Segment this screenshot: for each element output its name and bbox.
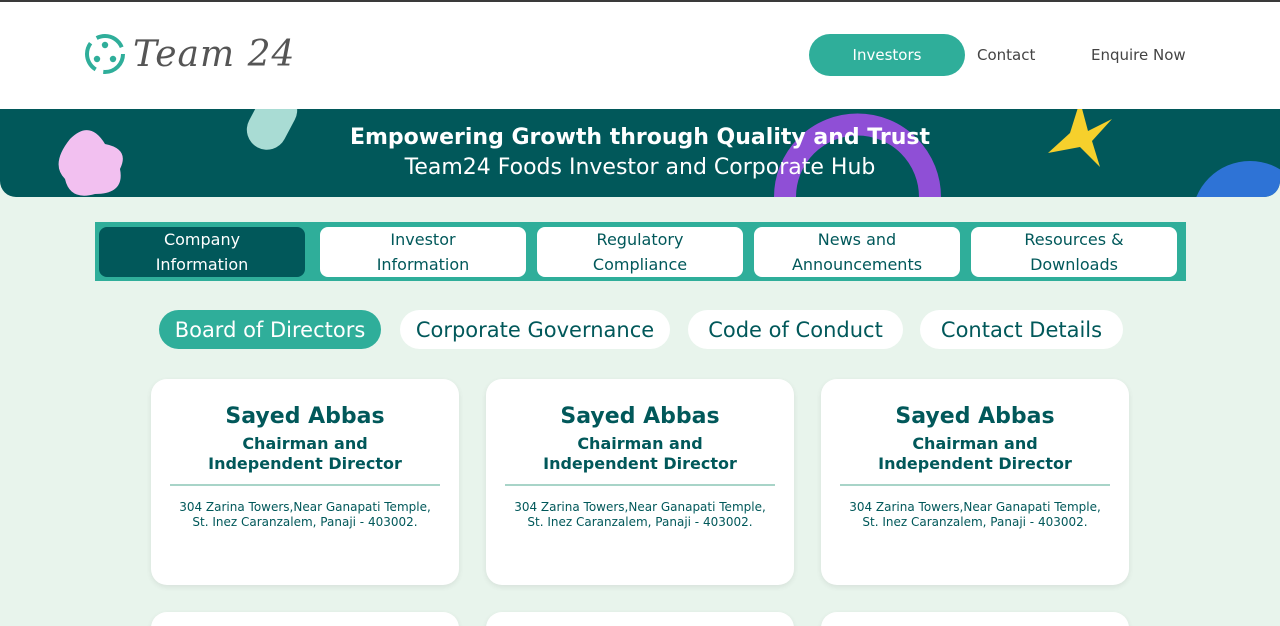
hero-banner: Empowering Growth through Quality and Tr… <box>0 109 1280 197</box>
subtab-board-of-directors[interactable]: Board of Directors <box>159 310 381 349</box>
director-role-line2: Independent Director <box>543 454 737 473</box>
director-card: Sayed Abbas Chairman and Independent Dire… <box>151 379 459 585</box>
director-role-line1: Chairman and <box>912 434 1038 453</box>
tab-regulatory-compliance[interactable]: Regulatory Compliance <box>537 227 743 277</box>
logo[interactable]: Team 24 <box>83 32 295 76</box>
director-address-line2: St. Inez Caranzalem, Panaji - 403002. <box>862 515 1088 529</box>
director-role: Chairman and Independent Director <box>151 434 459 474</box>
card-divider <box>840 484 1110 486</box>
tab-label-line1: Investor <box>390 230 456 249</box>
director-address: 304 Zarina Towers,Near Ganapati Temple, S… <box>486 500 794 530</box>
director-address-line2: St. Inez Caranzalem, Panaji - 403002. <box>192 515 418 529</box>
director-address: 304 Zarina Towers,Near Ganapati Temple, S… <box>151 500 459 530</box>
main-tabbar: Company Information Investor Information R… <box>95 222 1186 281</box>
director-card: Sayed Abbas Chairman and Independent Dire… <box>821 379 1129 585</box>
director-name: Sayed Abbas <box>895 404 1055 429</box>
tab-label-line1: Regulatory <box>596 230 684 249</box>
director-address-line2: St. Inez Caranzalem, Panaji - 403002. <box>527 515 753 529</box>
tab-label-line1: Company <box>163 230 241 249</box>
nav-contact-link[interactable]: Contact <box>977 34 1035 76</box>
director-address: 304 Zarina Towers,Near Ganapati Temple, S… <box>821 500 1129 530</box>
card-divider <box>505 484 775 486</box>
director-role-line2: Independent Director <box>208 454 402 473</box>
director-name: Sayed Abbas <box>560 404 720 429</box>
tab-label-line1: Resources & <box>1024 230 1124 249</box>
director-role: Chairman and Independent Director <box>486 434 794 474</box>
hero-decorative-shapes <box>58 109 1280 197</box>
director-address-line1: 304 Zarina Towers,Near Ganapati Temple, <box>514 500 766 514</box>
tab-company-information[interactable]: Company Information <box>99 227 305 277</box>
tab-label-line1: News and <box>817 230 897 249</box>
director-card-partial <box>486 612 794 626</box>
tab-resources-downloads[interactable]: Resources & Downloads <box>971 227 1177 277</box>
tab-label-line2: Information <box>376 255 470 274</box>
hero-title: Empowering Growth through Quality and Tr… <box>349 125 930 150</box>
tab-label-line2: Downloads <box>1030 255 1118 274</box>
logo-text: Team 24 <box>133 33 296 75</box>
site-header: Team 24 Investors Contact Enquire Now <box>0 2 1280 109</box>
nav-investors-button[interactable]: Investors <box>809 34 965 76</box>
subtab-contact-details[interactable]: Contact Details <box>920 310 1123 349</box>
subtab-code-of-conduct[interactable]: Code of Conduct <box>688 310 903 349</box>
tab-label-line2: Announcements <box>791 255 923 274</box>
nav-enquire-link[interactable]: Enquire Now <box>1091 34 1186 76</box>
team24-logo-icon <box>85 34 125 74</box>
director-card-partial <box>151 612 459 626</box>
tab-label-line2: Compliance <box>592 255 688 274</box>
card-divider <box>170 484 440 486</box>
director-card: Sayed Abbas Chairman and Independent Dire… <box>486 379 794 585</box>
hero-subtitle: Team24 Foods Investor and Corporate Hub <box>404 155 876 180</box>
director-card-partial <box>821 612 1129 626</box>
subtab-corporate-governance[interactable]: Corporate Governance <box>400 310 670 349</box>
director-role-line1: Chairman and <box>577 434 703 453</box>
tab-news-announcements[interactable]: News and Announcements <box>754 227 960 277</box>
director-address-line1: 304 Zarina Towers,Near Ganapati Temple, <box>849 500 1101 514</box>
tab-investor-information[interactable]: Investor Information <box>320 227 526 277</box>
director-role-line1: Chairman and <box>242 434 368 453</box>
director-role: Chairman and Independent Director <box>821 434 1129 474</box>
director-name: Sayed Abbas <box>225 404 385 429</box>
director-role-line2: Independent Director <box>878 454 1072 473</box>
tab-label-line2: Information <box>155 255 249 274</box>
director-address-line1: 304 Zarina Towers,Near Ganapati Temple, <box>179 500 431 514</box>
